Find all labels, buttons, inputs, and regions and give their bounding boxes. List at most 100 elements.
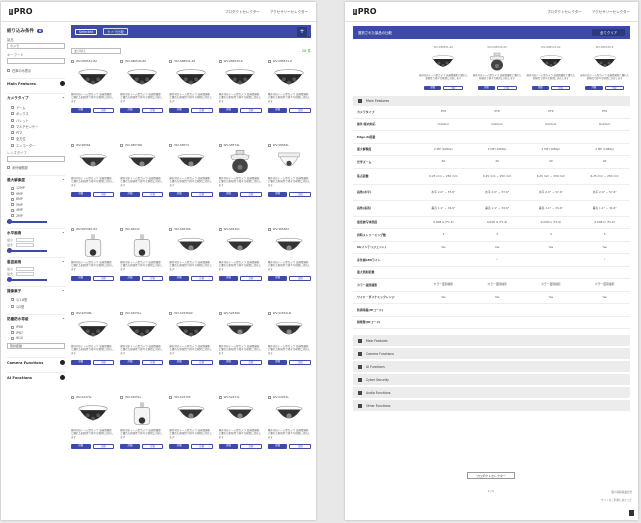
product-image[interactable] xyxy=(220,401,260,427)
detail-button[interactable]: 詳細 xyxy=(71,108,91,113)
compare-checkbox[interactable]: WV-S22700 xyxy=(169,395,212,399)
product-image[interactable] xyxy=(220,233,260,259)
product-image[interactable] xyxy=(269,233,309,259)
detail-button[interactable]: 詳細 xyxy=(120,444,140,449)
compare-checkbox[interactable]: WV-S25360 xyxy=(218,311,262,315)
detail-button[interactable]: 詳細 xyxy=(169,444,189,449)
compare-button[interactable]: 比較 xyxy=(141,276,164,281)
compare-checkbox[interactable]: WV-S2536LN xyxy=(169,311,212,315)
compare-button[interactable]: 比較 xyxy=(289,108,312,113)
option-resolution[interactable]: 6MP xyxy=(11,197,65,201)
detail-button[interactable]: 詳細 xyxy=(218,444,239,449)
section-ai-functions[interactable]: AI Functions xyxy=(7,372,65,382)
compare-checkbox[interactable]: WV-S2531L xyxy=(120,311,163,315)
sort-select[interactable]: 並び替え xyxy=(71,48,121,54)
compare-section[interactable]: Cyber Security xyxy=(353,374,630,386)
compare-button[interactable]: 比較 xyxy=(289,276,312,281)
field-h-max[interactable]: 最大 xyxy=(7,242,65,247)
option-camera-type[interactable]: バレット xyxy=(11,118,65,123)
product-image[interactable] xyxy=(220,149,260,175)
option-resolution[interactable]: 5MP xyxy=(11,203,65,207)
compare-button[interactable]: 比較 xyxy=(191,108,213,113)
section-dust[interactable]: 防塵防水等級 ⌃ xyxy=(7,313,65,324)
field-v-slider[interactable] xyxy=(7,277,47,282)
section-camera-type[interactable]: カメラタイプ ⌃ xyxy=(7,93,65,103)
field-v-max[interactable]: 最大 xyxy=(7,271,65,276)
product-image[interactable] xyxy=(590,52,620,72)
detail-button[interactable]: 詳細 xyxy=(267,444,288,449)
compare-button[interactable]: 比較 xyxy=(141,192,164,197)
product-image[interactable] xyxy=(428,52,458,72)
product-image[interactable] xyxy=(171,233,211,259)
tab-selected[interactable]: Selected xyxy=(75,28,98,35)
section-main-features[interactable]: Main Features xyxy=(7,78,65,88)
remove-button[interactable]: 比較 xyxy=(550,86,571,91)
keyword-input[interactable] xyxy=(7,58,65,64)
detail-button[interactable]: 詳細 xyxy=(218,360,239,365)
compare-button[interactable]: 比較 xyxy=(92,276,115,281)
stock-checkbox[interactable]: 在庫のみ表示 xyxy=(7,68,65,73)
nav-accessory-selector[interactable]: アクセサリーセレクター xyxy=(270,10,308,15)
detail-button[interactable]: 詳細 xyxy=(424,86,442,91)
compare-section[interactable]: Audio Functions xyxy=(353,387,630,399)
option-camera-type[interactable]: マルチセンサー xyxy=(11,124,65,129)
compare-button[interactable]: 比較 xyxy=(141,360,164,365)
compare-checkbox[interactable]: WV-S65302 xyxy=(267,227,311,231)
option-resolution[interactable]: 4MP xyxy=(11,208,65,212)
option-resolution[interactable]: 9MP xyxy=(11,192,65,196)
compare-button[interactable]: 比較 xyxy=(240,444,262,449)
compare-checkbox[interactable]: WV-S8574L xyxy=(218,143,262,147)
section-camera-functions[interactable]: Camera Functions xyxy=(7,357,65,367)
nav-product-selector[interactable]: プロダクトセレクター xyxy=(225,10,260,15)
product-image[interactable] xyxy=(122,317,162,343)
product-image[interactable] xyxy=(73,65,113,91)
section-field-v[interactable]: 垂直画角 ⌃ xyxy=(7,256,65,267)
detail-button[interactable]: 詳細 xyxy=(585,86,603,91)
product-image[interactable] xyxy=(73,149,113,175)
compare-button[interactable]: 比較 xyxy=(141,444,164,449)
product-image[interactable] xyxy=(269,401,309,427)
product-image[interactable] xyxy=(269,149,309,175)
section-main-features[interactable]: Main Features xyxy=(353,96,630,107)
product-image[interactable] xyxy=(122,65,162,91)
compare-checkbox[interactable]: WV-S8574 xyxy=(169,143,212,147)
compare-button[interactable]: 比較 xyxy=(240,108,262,113)
compare-button[interactable]: 比較 xyxy=(92,360,115,365)
option-resolution[interactable]: 2MP xyxy=(11,214,65,218)
option-resolution[interactable]: 12MP xyxy=(11,186,65,190)
detail-button[interactable]: 詳細 xyxy=(267,192,288,197)
brand-logo[interactable]: i PRO xyxy=(9,7,33,16)
detail-button[interactable]: 詳細 xyxy=(71,276,91,281)
detail-button[interactable]: 詳細 xyxy=(169,192,189,197)
compare-checkbox[interactable]: WV-S65340-Z4 xyxy=(71,227,114,231)
product-image[interactable] xyxy=(122,401,162,427)
footer-privacy-link[interactable]: 個人情報保護方針 xyxy=(611,490,632,494)
compare-button[interactable]: 比較 xyxy=(240,360,262,365)
nav-product-selector[interactable]: プロダクトセレクター xyxy=(547,10,582,15)
compare-checkbox[interactable]: WV-X86530-Z2 xyxy=(120,59,163,63)
detail-button[interactable]: 詳細 xyxy=(120,276,140,281)
product-image[interactable] xyxy=(269,317,309,343)
field-v-min[interactable]: 最小 xyxy=(7,266,65,271)
compare-checkbox[interactable]: WV-S2271L xyxy=(218,395,262,399)
compare-checkbox[interactable]: WV-X86531-Z xyxy=(267,59,311,63)
resolution-slider[interactable] xyxy=(7,219,47,224)
compare-checkbox[interactable]: WV-S65301 xyxy=(218,227,262,231)
section-field-h[interactable]: 水平画角 ⌃ xyxy=(7,227,65,238)
option-camera-type[interactable]: PTZ xyxy=(11,131,65,135)
compare-checkbox[interactable]: WV-S8564L xyxy=(267,143,311,147)
compare-button[interactable]: 比較 xyxy=(191,444,213,449)
product-image[interactable] xyxy=(73,233,113,259)
remove-button[interactable]: 比較 xyxy=(443,86,463,91)
detail-button[interactable]: 詳細 xyxy=(267,360,288,365)
lens-select[interactable] xyxy=(7,155,65,162)
product-image[interactable] xyxy=(171,401,211,427)
detail-button[interactable]: 詳細 xyxy=(120,192,140,197)
compare-button[interactable]: 比較 xyxy=(92,444,115,449)
footer-terms-link[interactable]: サイトのご利用にあたって xyxy=(601,498,632,502)
ir-checkbox[interactable]: 赤外線照射 xyxy=(7,165,65,170)
option-sensor[interactable]: 1/1.8型 xyxy=(11,297,65,302)
product-image[interactable] xyxy=(482,52,512,72)
detail-button[interactable]: 詳細 xyxy=(169,108,189,113)
product-image[interactable] xyxy=(269,65,309,91)
